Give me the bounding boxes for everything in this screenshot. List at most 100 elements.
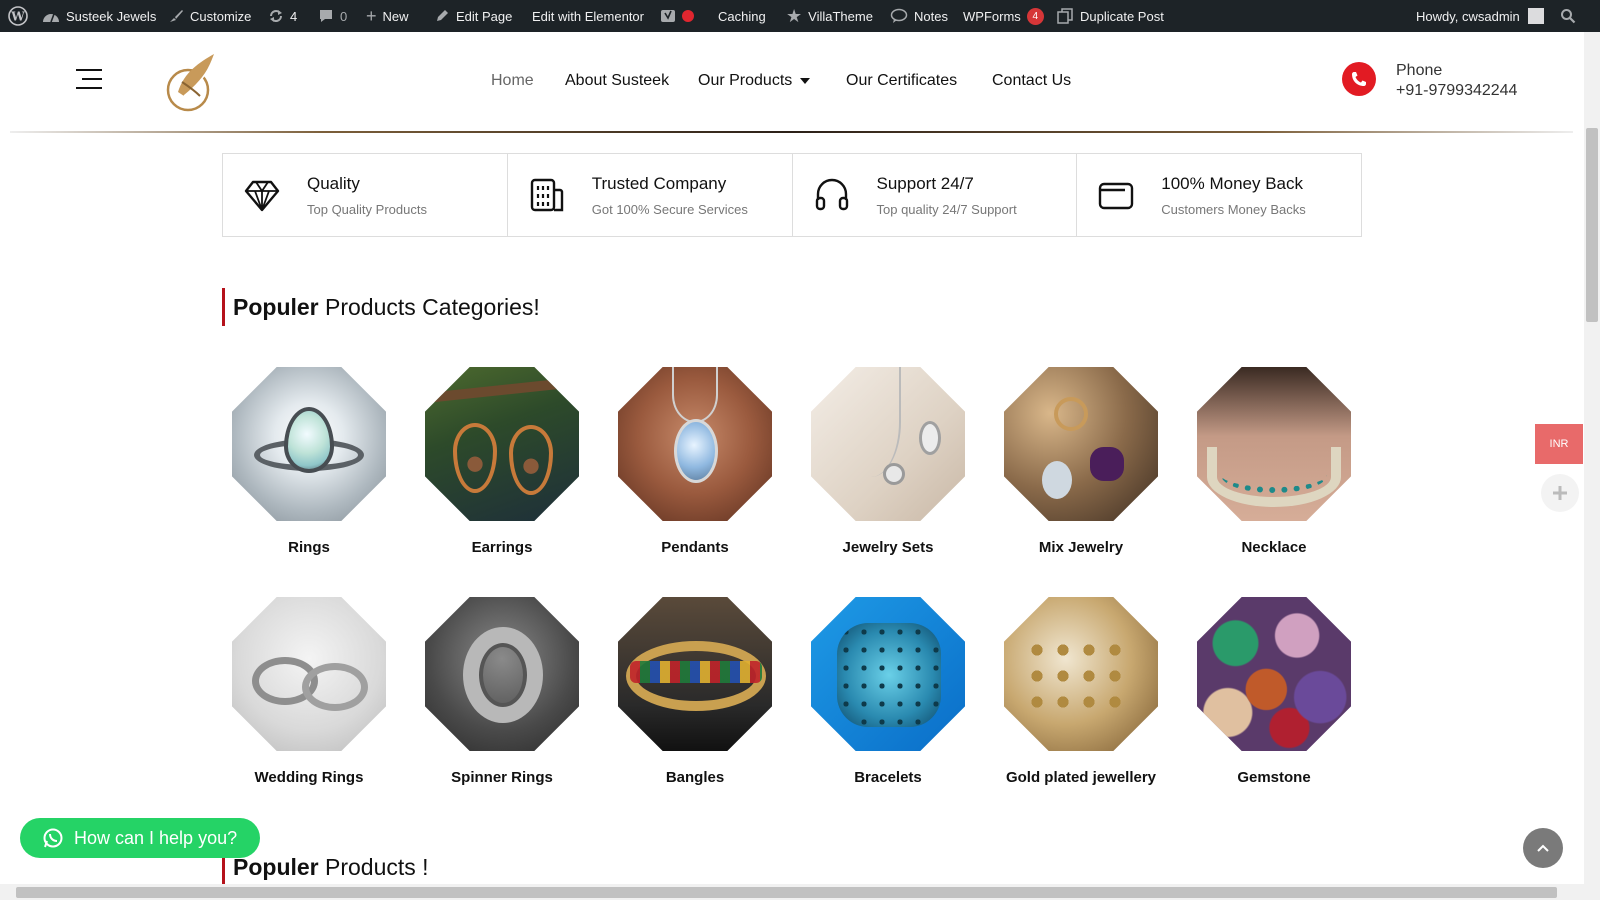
category-image-earrings <box>425 367 579 521</box>
category-label: Spinner Rings <box>451 769 553 786</box>
nav-our-products-label: Our Products <box>698 72 793 89</box>
vertical-scrollbar-thumb[interactable] <box>1586 128 1598 322</box>
pencil-icon <box>437 10 448 21</box>
admin-edit-page[interactable]: Edit Page <box>434 0 512 32</box>
phone-label: Phone <box>1396 62 1443 79</box>
edit-page-label: Edit Page <box>456 8 513 24</box>
feature-quality: Quality Top Quality Products <box>223 154 508 236</box>
whatsapp-label: How can I help you? <box>74 827 238 848</box>
admin-site-name[interactable]: Susteek Jewels <box>42 0 156 32</box>
category-wedding-rings[interactable]: Wedding Rings <box>232 597 386 786</box>
admin-comments[interactable]: 0 <box>318 0 347 32</box>
category-bracelets[interactable]: Bracelets <box>811 597 965 786</box>
caret-down-icon <box>800 77 811 84</box>
speech-bubble-icon <box>890 8 908 23</box>
category-image-gold-plated <box>1004 597 1158 751</box>
admin-edit-elementor[interactable]: Edit with Elementor <box>532 0 644 32</box>
nav-about[interactable]: About Susteek <box>565 72 669 90</box>
category-label: Earrings <box>471 539 533 556</box>
whatsapp-chat-button[interactable]: How can I help you? <box>20 818 260 858</box>
category-label: Pendants <box>661 539 729 556</box>
category-label: Necklace <box>1241 539 1307 556</box>
category-label: Rings <box>288 539 330 556</box>
feature-support: Support 24/7 Top quality 24/7 Support <box>793 154 1078 236</box>
building-icon <box>530 178 563 212</box>
category-image-bracelet <box>811 597 965 751</box>
caching-label: Caching <box>718 8 766 24</box>
category-earrings[interactable]: Earrings <box>425 367 579 556</box>
dashboard-icon <box>43 13 59 23</box>
nav-contact[interactable]: Contact Us <box>992 72 1071 90</box>
wpforms-label: WPForms <box>963 8 1021 24</box>
category-pendants[interactable]: Pendants <box>618 367 772 556</box>
villatheme-label: VillaTheme <box>808 8 873 24</box>
nav-our-products[interactable]: Our Products <box>698 72 811 90</box>
feature-subtitle: Top Quality Products <box>307 202 427 217</box>
duplicate-label: Duplicate Post <box>1080 8 1164 24</box>
admin-account[interactable]: Howdy, cwsadmin <box>1416 0 1544 32</box>
feature-title: Trusted Company <box>591 174 727 193</box>
feature-title: 100% Money Back <box>1161 174 1303 193</box>
admin-new[interactable]: + New <box>366 0 409 32</box>
category-label: Mix Jewelry <box>1038 539 1124 556</box>
section-title-rest: Products ! <box>318 854 429 880</box>
feature-title: Quality <box>307 174 360 193</box>
category-spinner-rings[interactable]: Spinner Rings <box>425 597 579 786</box>
refresh-icon <box>270 10 282 22</box>
section-title-rest: Products Categories! <box>318 294 540 320</box>
category-label: Bracelets <box>854 769 922 786</box>
category-mix-jewelry[interactable]: Mix Jewelry <box>1004 367 1158 556</box>
admin-search-icon[interactable] <box>1560 0 1576 32</box>
admin-notes[interactable]: Notes <box>890 0 948 32</box>
admin-duplicate-post[interactable]: Duplicate Post <box>1056 0 1164 32</box>
currency-switcher[interactable]: INR <box>1535 424 1583 464</box>
plus-icon: + <box>366 5 377 26</box>
section-title-bold: Populer <box>233 854 319 880</box>
chevron-up-icon <box>1537 844 1549 852</box>
category-gemstone[interactable]: Gemstone <box>1197 597 1351 786</box>
hamburger-menu-icon[interactable] <box>76 69 102 89</box>
brush-icon <box>170 10 183 22</box>
category-image-spinner-ring <box>425 597 579 751</box>
phone-block[interactable]: Phone +91-9799342244 <box>1342 62 1542 104</box>
section-title-products: Populer Products ! <box>222 848 429 886</box>
seo-status-dot <box>682 10 694 22</box>
admin-wpforms[interactable]: WPForms 4 <box>963 0 1044 32</box>
admin-bar: W Susteek Jewels Customize 4 0 + New Edi… <box>0 0 1600 32</box>
site-logo[interactable] <box>164 52 220 114</box>
category-necklace[interactable]: Necklace <box>1197 367 1351 556</box>
category-image-bangles <box>618 597 772 751</box>
category-image-wedding-rings <box>232 597 386 751</box>
back-to-top-button[interactable] <box>1523 828 1563 868</box>
category-image-gemstone <box>1197 597 1351 751</box>
admin-yoast[interactable] <box>660 0 694 32</box>
category-bangles[interactable]: Bangles <box>618 597 772 786</box>
whatsapp-icon <box>43 828 63 848</box>
horizontal-scrollbar-thumb[interactable] <box>16 887 1557 898</box>
feature-money-back: 100% Money Back Customers Money Backs <box>1077 154 1361 236</box>
wordpress-logo-icon[interactable]: W <box>8 0 28 32</box>
notes-label: Notes <box>914 8 948 24</box>
admin-villatheme[interactable]: ★ VillaTheme <box>786 0 873 32</box>
category-gold-plated[interactable]: Gold plated jewellery <box>1004 597 1158 786</box>
add-widget-plus-icon[interactable] <box>1541 474 1579 512</box>
category-jewelry-sets[interactable]: Jewelry Sets <box>811 367 965 556</box>
comment-icon <box>320 10 332 22</box>
category-image-mix-jewelry <box>1004 367 1158 521</box>
feature-title: Support 24/7 <box>876 174 974 193</box>
admin-caching[interactable]: Caching <box>718 0 766 32</box>
diamond-icon <box>244 180 280 212</box>
category-label: Bangles <box>665 769 725 786</box>
category-rings[interactable]: Rings <box>232 367 386 556</box>
section-title-bold: Populer <box>233 294 319 320</box>
nav-certificates[interactable]: Our Certificates <box>846 72 957 90</box>
feature-subtitle: Customers Money Backs <box>1161 202 1306 217</box>
howdy-label: Howdy, cwsadmin <box>1416 8 1520 24</box>
feature-trusted: Trusted Company Got 100% Secure Services <box>508 154 793 236</box>
admin-customize[interactable]: Customize <box>168 0 251 32</box>
new-label: New <box>382 8 409 24</box>
category-image-necklace <box>1197 367 1351 521</box>
svg-text:W: W <box>10 10 25 24</box>
admin-updates[interactable]: 4 <box>268 0 297 32</box>
nav-home[interactable]: Home <box>491 72 534 90</box>
